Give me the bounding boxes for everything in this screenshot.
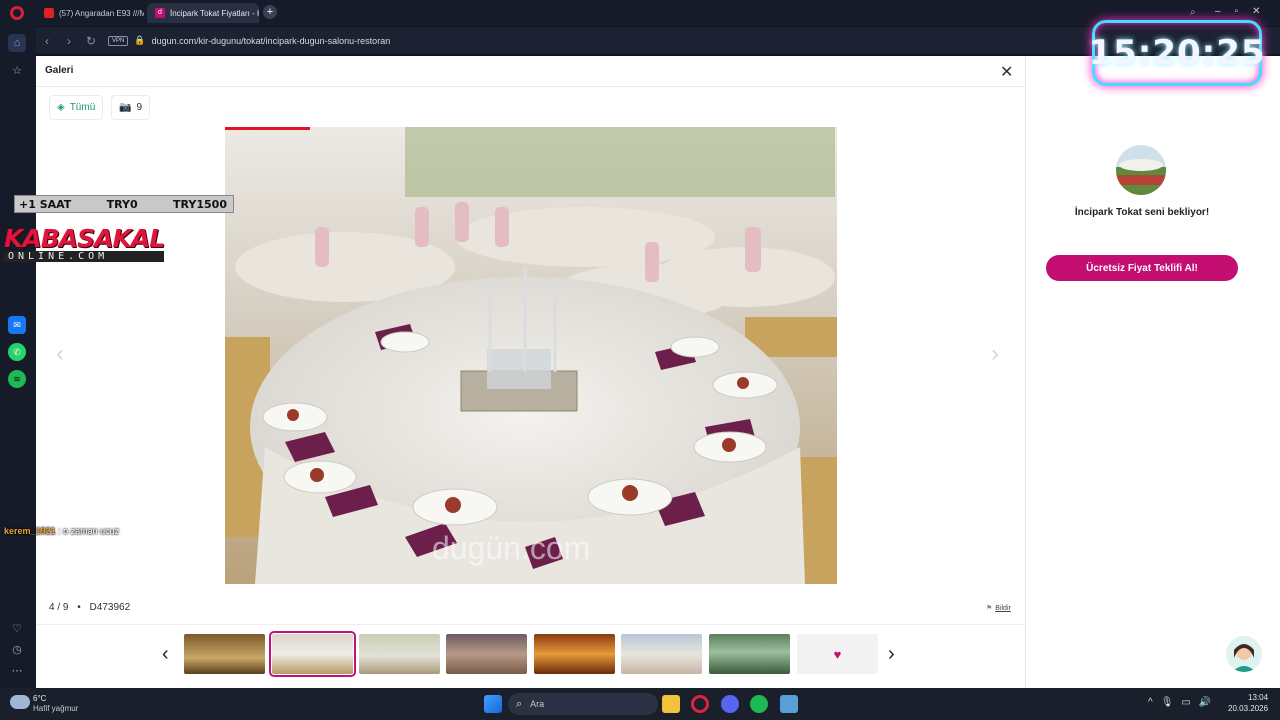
venue-table-photo: dugün.com	[225, 127, 837, 584]
tray-icons[interactable]: ^🎙▭🔊	[1148, 697, 1219, 708]
gallery-title: Galeri	[45, 65, 74, 76]
chat-text: : o zaman ucuz	[58, 526, 120, 536]
brand-main: KABASAKAL	[4, 224, 165, 253]
camera-icon: 📷	[119, 102, 132, 113]
thumb-prev-icon[interactable]: ‹	[162, 643, 169, 666]
gallery-modal: Galeri ✕ ◈ Tümü 📷 9 ‹ › dugün.com 4 / 9 …	[36, 56, 1026, 688]
heart-icon: ♥	[833, 646, 842, 662]
opera-logo-icon[interactable]	[10, 6, 24, 20]
clock-date-tray: 20.03.2026	[1228, 704, 1269, 713]
browser-tab-bar: (57) Angaradan E93 ///M d İncipark Tokat…	[0, 0, 1280, 26]
reload-icon[interactable]: ↻	[80, 34, 102, 48]
tab-incipark[interactable]: d İncipark Tokat Fiyatları - K	[147, 3, 259, 23]
browser-sidebar: ⌂ ☆ ✉ ✆ ≋ ♡ ◷ ⋯	[0, 26, 36, 688]
photo-count-chip[interactable]: 📷 9	[111, 95, 151, 120]
windows-taskbar: 6°C Hafif yağmur ⌕ Ara ^🎙▭🔊 13:04 20.03.…	[0, 688, 1280, 720]
youtube-icon	[44, 8, 54, 18]
venue-thumbnail-image	[1116, 145, 1166, 195]
main-photo: dugün.com	[225, 127, 837, 584]
opera-icon[interactable]	[691, 695, 709, 713]
thumb-next-icon[interactable]: ›	[888, 643, 895, 666]
dugun-icon: d	[155, 8, 165, 18]
venue-sidebar: İncipark Tokat seni bekliyor! Ücretsiz F…	[1026, 56, 1280, 688]
thumbnail-3[interactable]	[359, 634, 440, 674]
stream-brand-logo: KABASAKAL ONLINE.COM	[4, 224, 165, 262]
stream-chat-message: kerem_1921 : o zaman ucuz	[4, 526, 119, 536]
layers-icon: ◈	[57, 102, 65, 113]
search-icon: ⌕	[516, 697, 523, 710]
search-label: Ara	[530, 699, 545, 709]
gallery-header: Galeri ✕	[36, 56, 1026, 87]
file-explorer-icon[interactable]	[662, 695, 680, 713]
meta-separator: •	[77, 602, 81, 613]
report-label: Bildir	[995, 604, 1011, 612]
clock-time-tray: 13:04	[1248, 693, 1269, 702]
app-icon[interactable]	[780, 695, 798, 713]
thumbnail-6[interactable]	[621, 634, 702, 674]
forward-icon[interactable]: ›	[58, 34, 80, 48]
thumbnail-4[interactable]	[446, 634, 527, 674]
watermark: dugün.com	[432, 530, 590, 566]
prev-photo-icon[interactable]: ‹	[56, 340, 64, 368]
price-item-2: TRY0	[106, 197, 138, 211]
venue-invite-text: İncipark Tokat seni bekliyor!	[1074, 207, 1210, 218]
thumbnail-1[interactable]	[184, 634, 265, 674]
spotify-icon[interactable]	[750, 695, 768, 713]
url-field[interactable]: dugun.com/kir-dugunu/tokat/incipark-dugu…	[152, 36, 391, 46]
new-tab-button[interactable]: +	[263, 5, 277, 19]
discord-icon[interactable]	[721, 695, 739, 713]
thumbnail-favorite[interactable]: ♥	[797, 634, 878, 674]
filter-all-button[interactable]: ◈ Tümü	[49, 95, 104, 120]
photo-count: 9	[136, 102, 143, 113]
photo-position: 4 / 9	[49, 602, 69, 613]
start-icon[interactable]	[484, 695, 502, 713]
weather-icon[interactable]	[10, 695, 30, 709]
lock-icon: 🔒	[134, 35, 146, 45]
tab-label: İncipark Tokat Fiyatları - K	[170, 8, 259, 18]
filter-all-label: Tümü	[69, 102, 96, 113]
tab-label: (57) Angaradan E93 ///M	[59, 8, 144, 18]
venue-avatar	[1116, 145, 1166, 195]
close-icon[interactable]: ✕	[1000, 62, 1013, 82]
support-agent-icon	[1232, 644, 1256, 672]
more-icon[interactable]: ⋯	[8, 661, 26, 679]
back-icon[interactable]: ‹	[36, 34, 58, 48]
thumbnail-strip: ‹ ♥ ›	[36, 624, 1026, 688]
whatsapp-icon[interactable]: ✆	[8, 343, 26, 361]
tab-youtube[interactable]: (57) Angaradan E93 ///M	[36, 3, 144, 23]
thumbnail-7[interactable]	[709, 634, 790, 674]
vpn-badge[interactable]: VPN	[108, 35, 129, 46]
messenger-icon[interactable]: ✉	[8, 316, 26, 334]
report-link[interactable]: ⚑ Bildir	[986, 604, 1011, 613]
photo-meta: 4 / 9 • D473962	[49, 602, 130, 613]
heart-icon[interactable]: ♡	[8, 619, 26, 637]
stream-price-bar: +1 SAAT TRY0 TRY1500	[14, 195, 234, 213]
chat-user: kerem_1921	[4, 526, 56, 536]
get-quote-button[interactable]: Ücretsiz Fiyat Teklifi Al!	[1046, 255, 1238, 281]
price-item-1: +1 SAAT	[19, 197, 72, 211]
home-icon[interactable]: ⌂	[8, 34, 26, 52]
bookmarks-icon[interactable]: ☆	[8, 61, 26, 79]
thumbnail-5[interactable]	[534, 634, 615, 674]
spotify-icon[interactable]: ≋	[8, 370, 26, 388]
search-tabs-icon[interactable]: ⌕	[1190, 7, 1196, 18]
next-photo-icon[interactable]: ›	[991, 340, 999, 368]
weather-desc: Hafif yağmur	[33, 704, 79, 713]
window-controls[interactable]: –▫✕	[1215, 6, 1275, 17]
thumbnail-2[interactable]	[269, 631, 356, 677]
photo-id: D473962	[89, 602, 131, 613]
history-icon[interactable]: ◷	[8, 640, 26, 658]
price-item-3: TRY1500	[173, 197, 227, 211]
flag-icon: ⚑	[986, 605, 993, 612]
weather-temp: 6°C	[33, 694, 47, 703]
taskbar-search[interactable]: ⌕ Ara	[508, 693, 658, 715]
clock-time: 15:20:25	[1088, 33, 1266, 73]
support-chat-avatar[interactable]	[1226, 636, 1262, 672]
stream-clock: 15:20:25	[1088, 20, 1265, 86]
